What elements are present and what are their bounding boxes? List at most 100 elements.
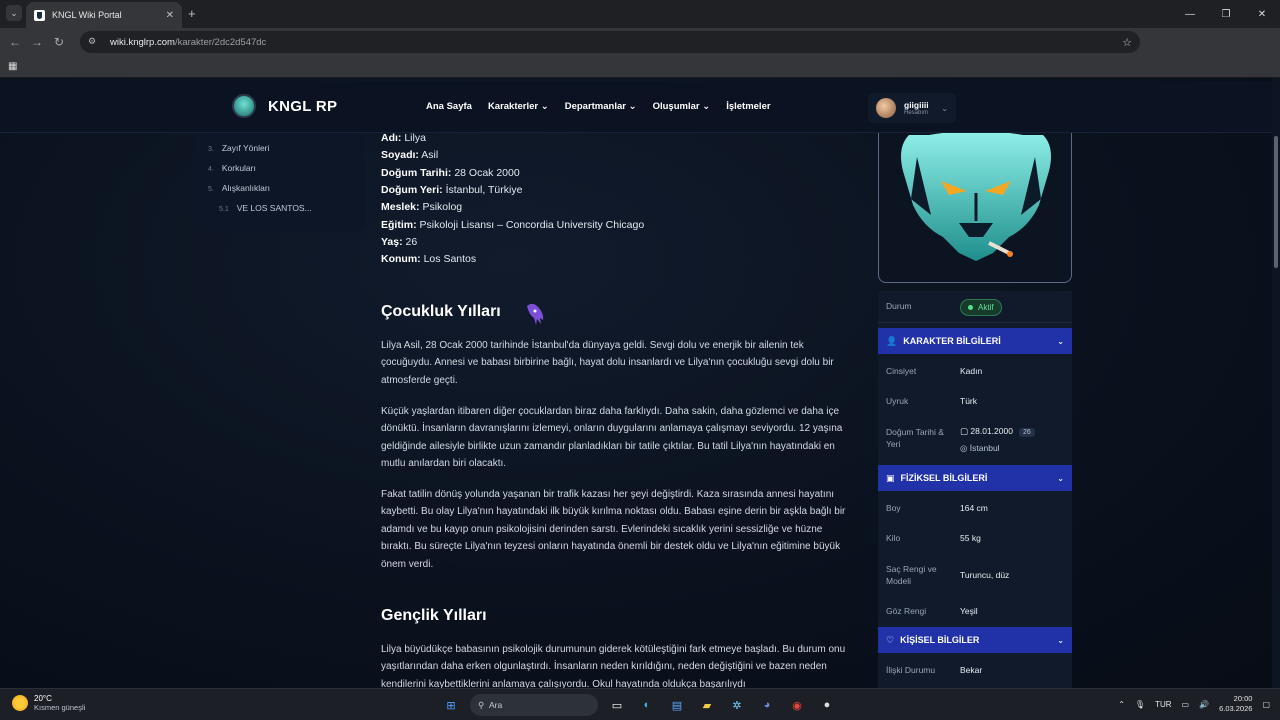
chrome-icon[interactable]: ◉: [786, 694, 808, 716]
avatar: [876, 98, 896, 118]
image-icon: ▣: [886, 472, 895, 483]
nav-item-businesses[interactable]: İşletmeler: [726, 101, 770, 112]
site-header: KNGL RP Ana Sayfa Karakterler ⌄ Departma…: [0, 81, 1276, 133]
browser-tab[interactable]: KNGL Wiki Portal ✕: [26, 2, 182, 28]
settings-icon[interactable]: ✲: [726, 694, 748, 716]
store-icon[interactable]: ▤: [666, 694, 688, 716]
file-explorer-icon[interactable]: ▰: [696, 694, 718, 716]
status-badge: Aktif: [960, 299, 1002, 316]
search-icon: ⚲: [478, 699, 485, 710]
user-menu[interactable]: giigiiii Hesabım ⌄: [868, 93, 956, 123]
chevron-down-icon: ⌄: [1057, 635, 1064, 645]
toc-subitem[interactable]: 5.1 VE LOS SANTOS...: [219, 203, 312, 213]
start-icon[interactable]: ⊞: [440, 694, 462, 716]
input-language[interactable]: TUR: [1155, 700, 1171, 709]
chevron-down-icon: ⌄: [628, 101, 637, 112]
edge-icon[interactable]: ◐: [636, 694, 658, 716]
new-tab-icon[interactable]: +: [188, 6, 196, 21]
microphone-icon[interactable]: 🎙: [1135, 700, 1145, 709]
main-nav: Ana Sayfa Karakterler ⌄ Departmanlar ⌄ O…: [426, 101, 771, 112]
section-toggle-personal[interactable]: ♡ KİŞİSEL BİLGİLER ⌄: [878, 627, 1072, 653]
section-title-childhood: Çocukluk Yılları: [381, 303, 501, 320]
table-of-contents: 3. Zayıf Yönleri 4. Korkuları 5. Alışkanlık…: [195, 133, 365, 231]
nav-item-characters[interactable]: Karakterler ⌄: [488, 101, 549, 112]
section-title-youth: Gençlik Yılları: [381, 607, 487, 624]
system-tray: ⌃ 🎙 TUR ▭ 🔊 20:00 6.03.2026 ▢: [1118, 694, 1270, 714]
site-logo[interactable]: KNGL RP: [232, 94, 337, 118]
chevron-down-icon: ⌄: [540, 101, 549, 112]
paragraph: Lilya büyüdükçe babasının psikolojik dur…: [381, 644, 846, 688]
task-view-icon[interactable]: ▭: [606, 694, 628, 716]
window-controls: — ❐ ✕: [1172, 0, 1280, 28]
section-toggle-physical[interactable]: ▣ FİZİKSEL BİLGİLERİ ⌄: [878, 465, 1072, 491]
fact-row: Soyadı: Asil: [381, 149, 439, 161]
chevron-down-icon: ⌄: [941, 103, 948, 113]
browser-tab-strip: ⌄ KNGL Wiki Portal ✕ + — ❐ ✕: [0, 0, 1280, 28]
dog-logo-icon: [901, 133, 1051, 261]
page-scrollbar[interactable]: [1272, 78, 1280, 688]
tray-overflow-icon[interactable]: ⌃: [1118, 700, 1125, 709]
wolf-logo-icon: [232, 94, 256, 118]
discord-icon[interactable]: ◕: [756, 694, 778, 716]
character-infobox: Durum Aktif 👤 KARAKTER BİLGİLERİ ⌄ Cinsi…: [870, 133, 1072, 688]
toc-item[interactable]: 4. Korkuları: [208, 163, 256, 173]
os-taskbar: 20°C Kısmen güneşli ⊞ ⚲ Ara ▭ ◐ ▤ ▰ ✲ ◕ …: [0, 688, 1280, 720]
apps-grid-icon[interactable]: ▦: [8, 61, 17, 72]
close-window-icon[interactable]: ✕: [1244, 0, 1280, 28]
age-badge: 26: [1018, 428, 1035, 437]
minimize-icon[interactable]: —: [1172, 0, 1208, 28]
toc-item[interactable]: 5. Alışkanlıkları: [208, 183, 270, 193]
tab-search-icon[interactable]: ⌄: [6, 5, 22, 21]
network-icon[interactable]: ▭: [1182, 700, 1190, 709]
fact-row: Meslek: Psikolog: [381, 201, 463, 213]
toc-item[interactable]: 3. Zayıf Yönleri: [208, 143, 269, 153]
user-icon: 👤: [886, 335, 898, 346]
close-tab-icon[interactable]: ✕: [166, 10, 174, 21]
temperature: 20°C: [34, 694, 52, 703]
app-icon[interactable]: ●: [816, 694, 838, 716]
chevron-down-icon: ⌄: [702, 101, 711, 112]
fact-row: Eğitim: Psikoloji Lisansı – Concordia Un…: [381, 219, 645, 231]
heart-icon: ♡: [886, 634, 895, 645]
omnibox[interactable]: ⚙ wiki.knglrp.com/karakter/2dc2d547dc ☆: [80, 31, 1140, 53]
username: giigiiii: [904, 99, 929, 110]
restore-icon[interactable]: ❐: [1208, 0, 1244, 28]
site-info-icon[interactable]: ⚙: [88, 36, 100, 48]
taskbar-search[interactable]: ⚲ Ara: [470, 694, 598, 716]
status-row: Durum Aktif: [878, 291, 1072, 323]
location-pin-icon: ◎: [960, 443, 968, 453]
nav-item-home[interactable]: Ana Sayfa: [426, 101, 472, 112]
forward-icon[interactable]: →: [26, 31, 48, 53]
clock[interactable]: 20:00 6.03.2026: [1219, 694, 1252, 714]
user-subtitle: Hesabım: [904, 109, 929, 116]
chevron-down-icon: ⌄: [1057, 336, 1064, 346]
nav-item-departments[interactable]: Departmanlar ⌄: [565, 101, 637, 112]
fact-row: Doğum Yeri: İstanbul, Türkiye: [381, 184, 523, 196]
fact-row: Doğum Tarihi: 28 Ocak 2000: [381, 167, 520, 179]
site-favicon-icon: [34, 9, 45, 21]
url-text: wiki.knglrp.com/karakter/2dc2d547dc: [110, 36, 267, 48]
back-icon[interactable]: ←: [4, 31, 26, 53]
fact-row: Yaş: 26: [381, 236, 418, 248]
character-portrait: [878, 133, 1072, 283]
squid-sticker-icon: [527, 303, 544, 325]
section-toggle-character[interactable]: 👤 KARAKTER BİLGİLERİ ⌄: [878, 328, 1072, 354]
nav-item-organizations[interactable]: Oluşumlar ⌄: [653, 101, 711, 112]
reload-icon[interactable]: ↻: [48, 31, 70, 53]
paragraph: Lilya Asil, 28 Ocak 2000 tarihinde İstan…: [381, 340, 834, 386]
bookmarks-bar: ▦: [0, 56, 1280, 78]
weather-desc: Kısmen güneşli: [34, 703, 86, 712]
paragraph: Küçük yaşlardan itibaren diğer çocuklard…: [381, 406, 843, 470]
volume-icon[interactable]: 🔊: [1199, 700, 1209, 709]
notifications-icon[interactable]: ▢: [1262, 700, 1270, 709]
scrollbar-thumb[interactable]: [1274, 136, 1278, 268]
address-toolbar: ← → ↻ ⚙ wiki.knglrp.com/karakter/2dc2d54…: [0, 28, 1280, 77]
taskbar-apps: ⊞ ⚲ Ara ▭ ◐ ▤ ▰ ✲ ◕ ◉ ●: [440, 694, 838, 716]
weather-widget[interactable]: 20°C Kısmen güneşli: [12, 694, 85, 712]
tab-title: KNGL Wiki Portal: [52, 10, 122, 20]
bookmark-star-icon[interactable]: ☆: [1122, 36, 1132, 49]
fact-row: Adı: Lilya: [381, 132, 426, 144]
chevron-down-icon: ⌄: [1057, 473, 1064, 483]
calendar-icon: ▢: [960, 426, 969, 436]
brand-name: KNGL RP: [268, 97, 338, 115]
